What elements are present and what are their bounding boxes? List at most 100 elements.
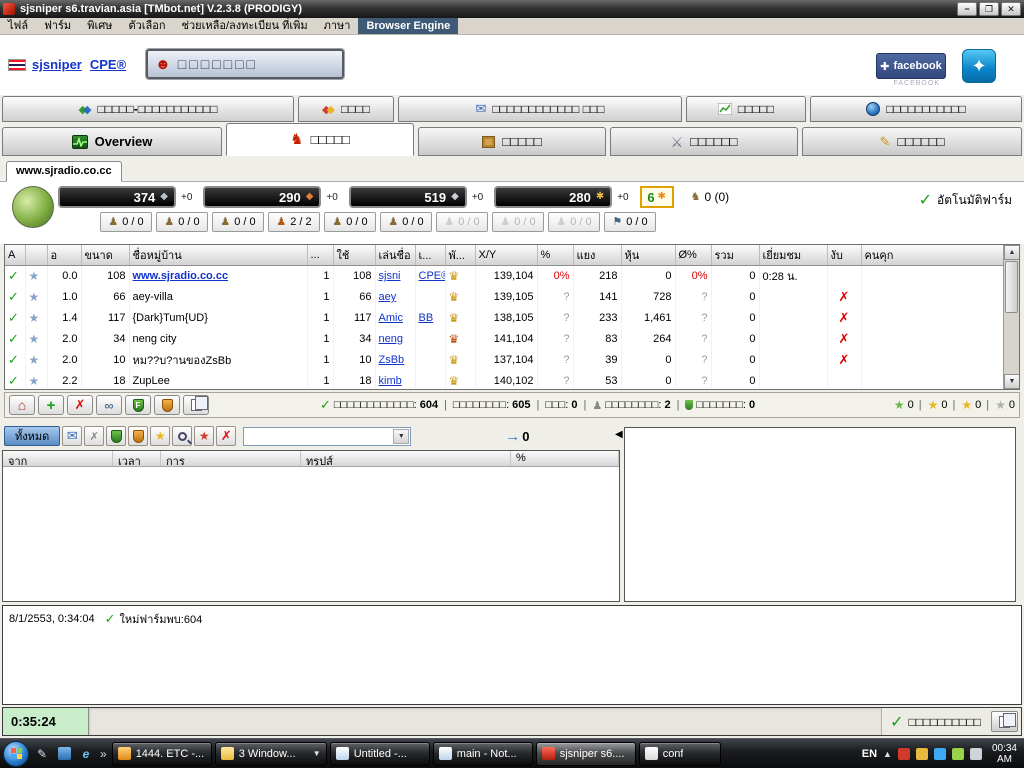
menu-options[interactable]: ตัวเลือก — [120, 18, 173, 34]
fav-star-icon[interactable]: ★ — [29, 290, 40, 304]
tab-reports[interactable]: ✎ □□□□□□ — [802, 127, 1022, 156]
player-link[interactable]: neng — [379, 333, 403, 345]
player-link[interactable]: ZsBb — [379, 354, 405, 366]
table-row[interactable]: ✓ ★ 1.4 117 {Dark}Tum{UD} 1 117 Amic BB … — [5, 307, 1004, 329]
filter-mail-button[interactable]: ✉ — [62, 426, 83, 446]
col-troops[interactable]: ทรูปส์ — [301, 451, 511, 466]
fav-star-icon[interactable]: ★ — [29, 269, 40, 283]
filter-gold-shield-button[interactable] — [128, 426, 149, 446]
col-from[interactable]: จาก — [3, 451, 113, 466]
col-raid[interactable]: แยง — [573, 245, 622, 266]
tab-farm-list[interactable]: ◆◆ □□□□□-□□□□□□□□□□□ — [2, 96, 294, 122]
menu-special[interactable]: พิเศษ — [79, 18, 120, 34]
player-link[interactable]: Amic — [379, 312, 403, 324]
fav-star-icon[interactable]: ★ — [29, 332, 40, 346]
table-row[interactable]: ✓ ★ 2.0 10 หม??บ?านของZsBb 1 10 ZsBb ♛ 1… — [5, 349, 1004, 371]
filter-all-button[interactable]: ทั้งหมด — [4, 426, 61, 446]
col-size[interactable]: ขนาด — [81, 245, 130, 266]
filter-red-x-button[interactable]: ✗ — [216, 426, 237, 446]
delete-button[interactable]: ✗ — [67, 395, 93, 415]
chevron-down-icon[interactable]: ▼ — [393, 428, 410, 444]
scroll-thumb[interactable] — [1005, 261, 1018, 313]
mini-window-button[interactable] — [991, 711, 1018, 732]
taskbar-button-active[interactable]: sjsniper s6.... — [535, 741, 636, 766]
village-link[interactable]: หม??บ?านของZsBb — [133, 355, 232, 367]
player-link[interactable]: sjsni — [379, 270, 401, 282]
filter-clear-button[interactable]: ✗ — [84, 426, 105, 446]
col-percent[interactable]: % — [511, 451, 619, 466]
facebook-badge[interactable]: ✚ facebook — [876, 53, 946, 79]
tab-farming-active[interactable]: ♞ □□□□□ — [226, 123, 414, 156]
player-link[interactable]: aey — [379, 291, 397, 303]
tray-expand-icon[interactable]: ▲ — [883, 749, 892, 759]
quicklaunch-ie-icon[interactable]: e — [76, 743, 96, 765]
tab-stats[interactable]: □□□□□ — [686, 96, 806, 122]
taskbar-button[interactable]: Untitled -... — [329, 741, 430, 766]
col-time[interactable]: เวลา — [113, 451, 161, 466]
green-shield-button[interactable]: F — [125, 395, 151, 415]
col-a[interactable]: A — [5, 245, 26, 266]
tab-messages[interactable]: ✉ □□□□□□□□□□□□ □□□ — [398, 96, 682, 122]
tab-resources[interactable]: □□□□□ — [418, 127, 606, 156]
taskbar-button[interactable]: 1444. ETC -... — [111, 741, 212, 766]
scroll-down-button[interactable]: ▼ — [1004, 374, 1019, 389]
home-button[interactable]: ⌂ — [9, 395, 35, 415]
col-dots[interactable]: ... — [307, 245, 334, 266]
col-village[interactable]: ชื่อหมู่บ้าน — [129, 245, 308, 266]
col-total[interactable]: รวม — [711, 245, 760, 266]
col-action[interactable]: การ — [161, 451, 301, 466]
village-link[interactable]: neng city — [133, 333, 177, 345]
table-row[interactable]: ✓ ★ 0.0 108 www.sjradio.co.cc 1 108 sjsn… — [5, 265, 1004, 287]
vertical-scrollbar[interactable]: ▲ ▼ — [1003, 245, 1019, 389]
taskbar-button[interactable]: main - Not... — [432, 741, 533, 766]
col-cap[interactable]: หุ้น — [621, 245, 676, 266]
tab-world[interactable]: □□□□□□□□□□□ — [810, 96, 1022, 122]
quicklaunch-pencil-icon[interactable]: ✎ — [32, 743, 52, 765]
menu-farm[interactable]: ฟาร์ม — [36, 18, 79, 34]
tray-icon[interactable] — [933, 747, 946, 760]
filter-combobox[interactable]: ▼ — [243, 426, 412, 446]
col-pct2[interactable]: Ø% — [675, 245, 712, 266]
fav-star-icon[interactable]: ★ — [29, 374, 40, 388]
taskbar-button-group[interactable]: 3 Window... ▼ — [214, 741, 327, 766]
col-dist[interactable]: อ — [47, 245, 82, 266]
col-use[interactable]: ใช้ — [333, 245, 376, 266]
col-pct[interactable]: % — [537, 245, 574, 266]
tab-overview[interactable]: Overview — [2, 127, 222, 156]
splitter-arrow-icon[interactable]: ◀ — [615, 429, 623, 440]
fav-star-icon[interactable]: ★ — [29, 311, 40, 325]
start-button[interactable] — [3, 740, 29, 767]
col-player[interactable]: เล่นชื่อ — [375, 245, 416, 266]
filter-green-shield-button[interactable] — [106, 426, 127, 446]
player-link[interactable]: kimb — [379, 375, 402, 387]
village-link[interactable]: ZupLee — [133, 375, 170, 387]
menu-file[interactable]: ไฟล์ — [0, 18, 36, 34]
taskbar-clock[interactable]: 00:34 AM — [988, 743, 1021, 765]
tray-icon[interactable] — [915, 747, 928, 760]
scroll-up-button[interactable]: ▲ — [1004, 245, 1019, 260]
filter-search-button[interactable] — [172, 426, 193, 446]
col-fav[interactable] — [25, 245, 48, 266]
copy-button[interactable] — [183, 395, 209, 415]
detail-panel[interactable] — [624, 427, 1016, 602]
alliance-link[interactable]: CPE® — [419, 270, 445, 282]
menu-language[interactable]: ภาษา — [316, 18, 359, 34]
col-bite[interactable]: งับ — [827, 245, 862, 266]
link-button[interactable]: ∞ — [96, 395, 122, 415]
taskbar-button[interactable]: conf — [638, 741, 721, 766]
minimize-button[interactable]: − — [957, 2, 977, 16]
account-link[interactable]: sjsniper — [32, 57, 82, 72]
table-row[interactable]: ✓ ★ 2.0 34 neng city 1 34 neng ♛ 141,104… — [5, 328, 1004, 350]
maximize-button[interactable]: ❐ — [979, 2, 999, 16]
tab-map[interactable]: ◆◆ □□□□ — [298, 96, 394, 122]
col-xy[interactable]: X/Y — [475, 245, 538, 266]
close-button[interactable]: ✕ — [1001, 2, 1021, 16]
alliance-link[interactable]: BB — [419, 312, 434, 324]
tray-icon[interactable] — [969, 747, 982, 760]
language-indicator[interactable]: EN — [862, 748, 877, 760]
add-button[interactable]: + — [38, 395, 64, 415]
quicklaunch-app-icon[interactable] — [54, 743, 74, 765]
messenger-icon[interactable]: ✦ — [962, 49, 996, 83]
village-link[interactable]: {Dark}Tum{UD} — [133, 312, 208, 324]
orange-shield-button[interactable] — [154, 395, 180, 415]
